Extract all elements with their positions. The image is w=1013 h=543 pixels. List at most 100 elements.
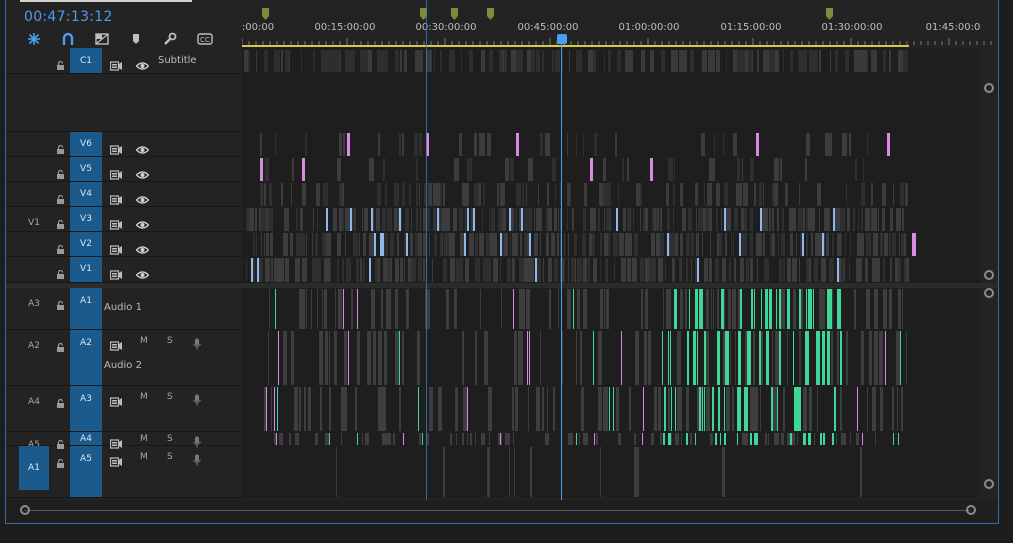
video-clip[interactable] — [666, 183, 669, 206]
audio-clip[interactable] — [746, 387, 747, 431]
audio-clip[interactable] — [512, 387, 514, 431]
video-clip[interactable] — [778, 233, 779, 256]
video-clip[interactable] — [305, 133, 307, 156]
video-clip[interactable] — [606, 208, 610, 231]
audio-clip[interactable] — [862, 433, 863, 445]
video-clip[interactable] — [746, 258, 749, 282]
audio-clip[interactable] — [781, 433, 784, 445]
audio-clip[interactable] — [488, 387, 492, 431]
audio-clip[interactable] — [841, 433, 845, 445]
video-clip[interactable] — [505, 158, 509, 181]
caption-clip[interactable] — [536, 50, 540, 72]
audio-clip[interactable] — [505, 433, 507, 445]
audio-clip[interactable] — [836, 433, 837, 445]
mute-button[interactable]: M — [140, 434, 148, 444]
audio-clip[interactable] — [275, 289, 276, 329]
audio-clip[interactable] — [715, 433, 717, 445]
caption-clip[interactable] — [377, 50, 385, 72]
video-clip[interactable] — [440, 233, 442, 256]
caption-clip[interactable] — [461, 50, 462, 72]
caption-clip[interactable] — [552, 50, 554, 72]
video-clip[interactable] — [545, 133, 550, 156]
audio-clip[interactable] — [403, 433, 404, 445]
mute-button[interactable]: M — [140, 336, 148, 346]
video-clip[interactable] — [747, 183, 748, 206]
horizontal-scrollbar[interactable] — [6, 500, 998, 522]
video-clip[interactable] — [598, 208, 600, 231]
audio-clip[interactable] — [381, 289, 383, 329]
audio-clip[interactable] — [896, 331, 900, 385]
zoom-handle-right[interactable] — [966, 505, 976, 515]
audio-clip[interactable] — [343, 387, 347, 431]
audio-clip[interactable] — [725, 331, 729, 385]
audio-clip[interactable] — [644, 331, 647, 385]
video-clip[interactable] — [564, 233, 565, 256]
audio-clip[interactable] — [635, 331, 639, 385]
scroll-knob-top[interactable] — [984, 83, 994, 93]
audio-clip[interactable] — [744, 433, 748, 445]
video-clip[interactable] — [302, 183, 306, 206]
track-target-c1[interactable]: C1 — [70, 48, 102, 73]
video-clip[interactable] — [262, 258, 263, 282]
video-clip[interactable] — [505, 208, 506, 231]
audio-clip[interactable] — [739, 387, 741, 431]
caption-clip[interactable] — [368, 50, 372, 72]
audio-clip[interactable] — [831, 331, 833, 385]
audio-clip[interactable] — [819, 289, 821, 329]
video-clip[interactable] — [588, 258, 590, 282]
video-clip[interactable] — [380, 233, 382, 256]
video-clip[interactable] — [342, 258, 344, 282]
video-clip[interactable] — [576, 133, 577, 156]
audio-clip[interactable] — [320, 387, 322, 431]
audio-clip[interactable] — [462, 433, 464, 445]
audio-clip[interactable] — [402, 331, 404, 385]
video-clip[interactable] — [269, 183, 272, 206]
video-clip[interactable] — [419, 183, 420, 206]
audio-clip[interactable] — [747, 331, 751, 385]
audio-clip[interactable] — [687, 331, 689, 385]
audio-clip[interactable] — [357, 433, 358, 445]
caption-clip[interactable] — [871, 50, 877, 72]
video-clip[interactable] — [342, 183, 344, 206]
video-clip[interactable] — [296, 233, 301, 256]
video-clip[interactable] — [251, 258, 253, 282]
video-clip[interactable] — [522, 183, 524, 206]
audio-clip[interactable] — [616, 387, 619, 431]
caption-clip[interactable] — [274, 50, 280, 72]
video-clip[interactable] — [260, 133, 262, 156]
caption-clip[interactable] — [617, 50, 621, 72]
timeline-marker-icon[interactable] — [826, 5, 833, 20]
video-clip[interactable] — [712, 158, 715, 181]
audio-clip[interactable] — [450, 433, 452, 445]
track-clips[interactable] — [242, 48, 980, 498]
video-clip[interactable] — [866, 233, 871, 256]
video-clip[interactable] — [837, 258, 839, 282]
video-clip[interactable] — [772, 233, 775, 256]
caption-clip[interactable] — [867, 50, 868, 72]
track-target[interactable]: A1 — [70, 288, 102, 329]
video-clip[interactable] — [605, 258, 607, 282]
audio-clip[interactable] — [325, 331, 328, 385]
track-target[interactable]: V4 — [70, 182, 102, 206]
video-clip[interactable] — [353, 208, 355, 231]
audio-clip[interactable] — [418, 387, 419, 431]
video-clip[interactable] — [777, 183, 778, 206]
video-clip[interactable] — [266, 233, 269, 256]
video-clip[interactable] — [656, 233, 660, 256]
audio-clip[interactable] — [754, 289, 755, 329]
audio-clip[interactable] — [809, 387, 812, 431]
audio-clip[interactable] — [885, 331, 886, 385]
audio-clip[interactable] — [730, 331, 731, 385]
video-clip[interactable] — [272, 208, 273, 231]
audio-clip[interactable] — [832, 289, 833, 329]
video-clip[interactable] — [902, 208, 904, 231]
video-clip[interactable] — [462, 183, 465, 206]
audio-clip[interactable] — [507, 433, 510, 445]
track-source[interactable]: V1 — [18, 213, 50, 233]
video-clip[interactable] — [411, 258, 416, 282]
audio-clip[interactable] — [606, 289, 609, 329]
video-clip[interactable] — [383, 258, 385, 282]
audio-clip[interactable] — [808, 433, 811, 445]
audio-clip[interactable] — [515, 387, 518, 431]
audio-clip[interactable] — [660, 433, 662, 445]
